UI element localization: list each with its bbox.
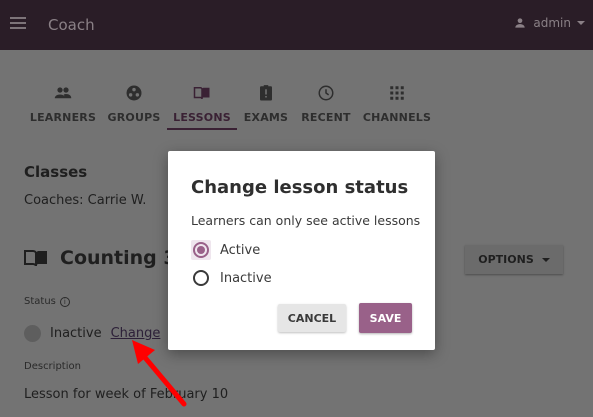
radio-checked-icon[interactable]	[193, 242, 209, 258]
dialog-title: Change lesson status	[191, 177, 409, 198]
dialog-subtitle: Learners can only see active lessons	[191, 213, 421, 228]
clock-icon	[318, 85, 334, 101]
chevron-down-icon	[577, 21, 585, 25]
user-name: admin	[533, 16, 571, 30]
coaches-text: Coaches: Carrie W.	[24, 193, 147, 208]
info-icon[interactable]: i	[59, 296, 70, 307]
tab-learners[interactable]: LEARNERS	[28, 80, 98, 130]
lesson-header: Counting 3	[24, 247, 177, 269]
description-text: Lesson for week of February 10	[24, 387, 229, 402]
people-icon	[54, 87, 72, 99]
book-icon	[24, 250, 47, 267]
status-label-text: Status	[24, 296, 56, 307]
clipboard-icon	[260, 85, 272, 101]
description-label: Description	[24, 361, 81, 372]
tab-label: LESSONS	[173, 111, 231, 124]
menu-icon[interactable]	[10, 17, 26, 29]
lesson-title: Counting 3	[60, 247, 177, 269]
tab-label: GROUPS	[107, 111, 161, 124]
tab-label: LEARNERS	[29, 111, 97, 124]
status-label: Status i	[24, 296, 70, 307]
radio-inactive[interactable]: Inactive	[191, 268, 272, 288]
user-icon	[515, 18, 526, 28]
user-menu[interactable]: admin	[513, 16, 585, 30]
tab-groups[interactable]: GROUPS	[99, 80, 169, 130]
radio-focus-ring	[191, 268, 211, 288]
radio-unchecked-icon[interactable]	[193, 270, 209, 286]
options-button[interactable]: OPTIONS	[465, 245, 563, 274]
radio-active[interactable]: Active	[191, 240, 260, 260]
grid-icon	[390, 86, 404, 100]
tab-lessons[interactable]: LESSONS	[167, 80, 237, 130]
groups-icon	[126, 85, 142, 101]
cancel-button[interactable]: CANCEL	[278, 304, 346, 332]
radio-focus-ring	[191, 240, 211, 260]
options-label: OPTIONS	[478, 253, 534, 266]
tab-channels[interactable]: CHANNELS	[362, 80, 432, 130]
status-dot-icon	[24, 325, 41, 342]
radio-label: Active	[220, 242, 261, 258]
book-icon	[193, 87, 210, 100]
status-value: Inactive	[50, 326, 102, 341]
coach-tabs: LEARNERS GROUPS LESSONS EXAMS RECENT CHA…	[0, 80, 593, 130]
app-title: Coach	[48, 16, 95, 34]
radio-label: Inactive	[220, 270, 272, 286]
tab-label: RECENT	[301, 111, 351, 124]
app-bar: Coach admin	[0, 0, 593, 50]
tab-label: CHANNELS	[362, 111, 432, 124]
classes-heading: Classes	[24, 163, 88, 181]
tab-recent[interactable]: RECENT	[291, 80, 361, 130]
chevron-down-icon	[541, 257, 550, 262]
save-button[interactable]: SAVE	[359, 303, 412, 333]
change-status-dialog: Change lesson status Learners can only s…	[168, 151, 435, 350]
